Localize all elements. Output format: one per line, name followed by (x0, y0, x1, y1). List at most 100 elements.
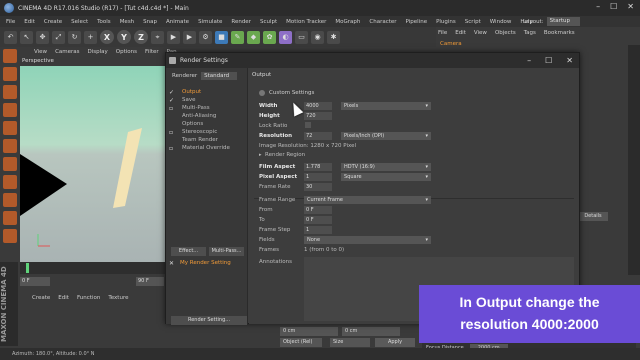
pixel-aspect-dropdown[interactable]: Square (341, 173, 431, 181)
menu-snap[interactable]: Snap (143, 19, 157, 25)
cube-icon[interactable]: ■ (215, 30, 228, 44)
viewport-menu-view[interactable]: View (34, 49, 47, 55)
my-render-setting-item[interactable]: My Render Setting (180, 260, 231, 266)
menu-render[interactable]: Render (231, 19, 251, 25)
layout-dropdown[interactable]: Startup (546, 17, 580, 26)
menu-character[interactable]: Character (369, 19, 396, 25)
menu-tools[interactable]: Tools (97, 19, 111, 25)
spline-pen-icon[interactable]: ✎ (231, 30, 244, 44)
material-override-check-icon[interactable]: ▫ (169, 146, 175, 152)
dialog-close-icon[interactable]: ✕ (566, 53, 573, 68)
viewport-canvas[interactable] (20, 66, 165, 262)
frame-step-input[interactable]: 1 (304, 226, 332, 234)
output-check-icon[interactable]: ✓ (169, 90, 175, 96)
width-unit-dropdown[interactable]: Pixels (341, 102, 431, 110)
axis-mode-icon[interactable] (3, 175, 17, 189)
object-camera[interactable]: Camera (440, 41, 462, 47)
end-time-field[interactable]: 90 F (136, 277, 164, 286)
nav-stereoscopic[interactable]: Stereoscopic (182, 129, 217, 135)
menu-mograph[interactable]: MoGraph (335, 19, 360, 25)
tweak-icon[interactable] (3, 193, 17, 207)
menu-pipeline[interactable]: Pipeline (406, 19, 428, 25)
polygons-mode-icon[interactable] (3, 157, 17, 171)
resolution-unit-dropdown[interactable]: Pixels/Inch (DPI) (341, 132, 431, 140)
custom-settings-label[interactable]: Custom Settings (269, 90, 314, 96)
viewport-menu-filter[interactable]: Filter (145, 49, 159, 55)
object-rel-dropdown[interactable]: Object (Rel) (280, 338, 322, 347)
menu-window[interactable]: Window (490, 19, 512, 25)
menu-simulate[interactable]: Simulate (198, 19, 222, 25)
minimize-icon[interactable]: – (596, 2, 600, 11)
nav-output[interactable]: Output (182, 89, 201, 95)
material-menu-function[interactable]: Function (77, 295, 100, 301)
material-menu-texture[interactable]: Texture (108, 295, 128, 301)
light-icon[interactable]: ✱ (327, 30, 340, 44)
menu-sculpt[interactable]: Sculpt (260, 19, 277, 25)
subdivision-icon[interactable]: ◆ (247, 30, 260, 44)
om-menu-objects[interactable]: Objects (495, 30, 516, 36)
undo-icon[interactable]: ↶ (4, 30, 17, 44)
viewport-menu-options[interactable]: Options (116, 49, 137, 55)
resolution-input[interactable]: 72 (304, 132, 332, 140)
z-axis-button[interactable]: Z (134, 30, 148, 44)
deformer-icon[interactable]: ◐ (279, 30, 292, 44)
renderer-dropdown[interactable]: Standard (201, 72, 238, 80)
om-menu-tags[interactable]: Tags (524, 30, 536, 36)
width-input[interactable]: 4000 (304, 102, 332, 110)
make-editable-icon[interactable] (3, 49, 17, 63)
nav-anti-aliasing[interactable]: Anti-Aliasing (182, 113, 216, 119)
menu-create[interactable]: Create (44, 19, 62, 25)
om-menu-file[interactable]: File (438, 30, 447, 36)
timeline-ruler[interactable] (20, 262, 165, 274)
right-side-tabs[interactable] (628, 45, 640, 275)
render-view-icon[interactable]: ▶ (167, 30, 180, 44)
menu-file[interactable]: File (6, 19, 15, 25)
maximize-icon[interactable]: ☐ (610, 2, 617, 11)
nav-material-override[interactable]: Material Override (182, 145, 230, 151)
save-check-icon[interactable]: ✓ (169, 98, 175, 104)
texture-mode-icon[interactable] (3, 85, 17, 99)
nav-options[interactable]: Options (182, 121, 203, 127)
from-input[interactable]: 0 F (304, 206, 332, 214)
film-aspect-input[interactable]: 1.778 (304, 163, 332, 171)
viewport-menu-cameras[interactable]: Cameras (55, 49, 79, 55)
dialog-minimize-icon[interactable]: – (527, 53, 531, 68)
multi-pass-button[interactable]: Multi-Pass... (209, 247, 244, 256)
fields-dropdown[interactable]: None (304, 236, 431, 244)
lock-ratio-checkbox[interactable] (305, 122, 311, 128)
to-input[interactable]: 0 F (304, 216, 332, 224)
array-icon[interactable]: ✿ (263, 30, 276, 44)
close-icon[interactable]: ✕ (627, 2, 634, 11)
rotate-icon[interactable]: ↻ (68, 30, 81, 44)
model-mode-icon[interactable] (3, 67, 17, 81)
frame-range-dropdown[interactable]: Current Frame (304, 196, 431, 204)
menu-motion-tracker[interactable]: Motion Tracker (286, 19, 326, 25)
nav-multi-pass[interactable]: Multi-Pass (182, 105, 210, 111)
film-aspect-dropdown[interactable]: HDTV (16:9) (341, 163, 431, 171)
scale-icon[interactable]: ⤢ (52, 30, 65, 44)
viewport-menu-display[interactable]: Display (88, 49, 108, 55)
timeline-playhead[interactable] (26, 263, 29, 273)
apply-button[interactable]: Apply (375, 338, 415, 347)
move-icon[interactable]: ✥ (36, 30, 49, 44)
menu-edit[interactable]: Edit (24, 19, 35, 25)
add-icon[interactable]: + (84, 30, 97, 44)
material-menu-edit[interactable]: Edit (58, 295, 69, 301)
render-region-expand-icon[interactable]: ▸ (259, 152, 262, 158)
menu-plugins[interactable]: Plugins (436, 19, 456, 25)
menu-animate[interactable]: Animate (166, 19, 189, 25)
frame-rate-input[interactable]: 30 (304, 183, 332, 191)
pixel-aspect-input[interactable]: 1 (304, 173, 332, 181)
render-region-label[interactable]: Render Region (265, 152, 305, 158)
current-time-field[interactable]: 0 F (20, 277, 50, 286)
menu-script[interactable]: Script (465, 19, 481, 25)
material-menu-create[interactable]: Create (32, 295, 50, 301)
preset-arrow-icon[interactable] (259, 90, 265, 96)
menu-mesh[interactable]: Mesh (120, 19, 134, 25)
menu-select[interactable]: Select (71, 19, 88, 25)
dialog-maximize-icon[interactable]: ☐ (545, 53, 552, 68)
snap-icon[interactable] (3, 211, 17, 225)
effect-button[interactable]: Effect... (171, 247, 206, 256)
render-setting-button[interactable]: Render Setting... (171, 316, 247, 325)
live-select-icon[interactable]: ↖ (20, 30, 33, 44)
